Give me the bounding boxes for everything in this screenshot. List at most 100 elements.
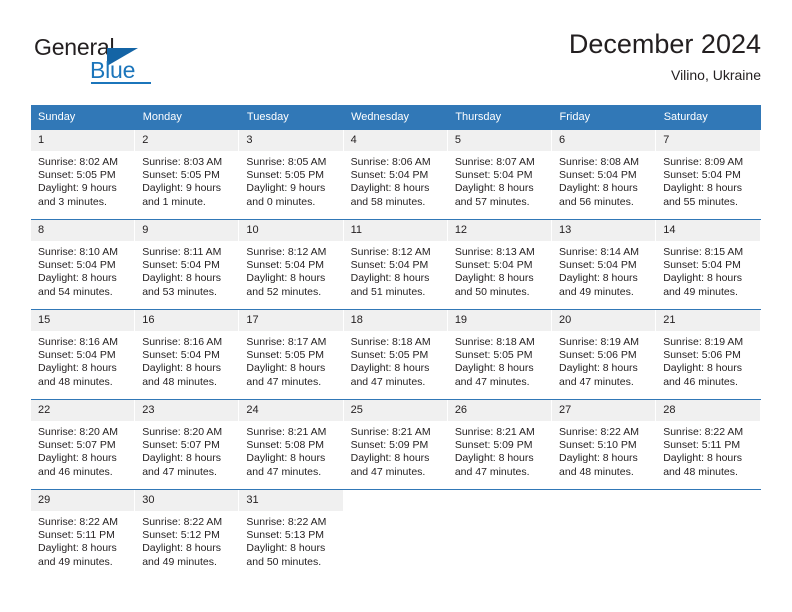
daylight-duration-line1: Daylight: 8 hours — [350, 182, 430, 195]
sunrise-time: Sunrise: 8:11 AM — [142, 246, 222, 258]
general-blue-logo[interactable]: General Blue — [31, 34, 251, 92]
daylight-duration-line1: Daylight: 8 hours — [559, 362, 638, 375]
sunset-time: Sunset: 5:10 PM — [559, 439, 637, 452]
calendar-day-cell[interactable]: 16 Sunrise: 8:16 AM Sunset: 5:04 PM Dayligh… — [135, 309, 240, 400]
calendar-day-cell[interactable]: 29 Sunrise: 8:22 AM Sunset: 5:11 PM Dayligh… — [31, 489, 136, 579]
day-cell-inner: 2 Sunrise: 8:03 AM Sunset: 5:05 PM Daylight… — [135, 130, 240, 219]
day-info: Sunrise: 8:15 AM Sunset: 5:04 PM Daylight:… — [656, 241, 759, 299]
daylight-duration-line1: Daylight: 8 hours — [38, 362, 117, 375]
daylight-duration-line2: and 47 minutes. — [559, 375, 634, 388]
day-cell-inner — [656, 490, 761, 579]
daylight-duration-line2: and 49 minutes. — [663, 285, 738, 298]
day-cell-inner — [447, 490, 553, 579]
day-number: 31 — [239, 490, 343, 511]
calendar-day-cell[interactable]: 4 Sunrise: 8:06 AM Sunset: 5:04 PM Daylight… — [343, 129, 448, 220]
calendar-day-cell[interactable]: 10 Sunrise: 8:12 AM Sunset: 5:04 PM Dayligh… — [239, 219, 344, 310]
day-info: Sunrise: 8:13 AM Sunset: 5:04 PM Daylight:… — [448, 241, 551, 299]
calendar-day-cell[interactable]: 13 Sunrise: 8:14 AM Sunset: 5:04 PM Dayligh… — [552, 219, 657, 310]
sunset-time: Sunset: 5:04 PM — [663, 259, 741, 272]
calendar-week-row: 1 Sunrise: 8:02 AM Sunset: 5:05 PM Daylight… — [31, 129, 761, 220]
daylight-duration-line2: and 47 minutes. — [246, 375, 322, 388]
calendar-day-cell[interactable]: 20 Sunrise: 8:19 AM Sunset: 5:06 PM Dayligh… — [552, 309, 657, 400]
calendar-day-cell[interactable]: 31 Sunrise: 8:22 AM Sunset: 5:13 PM Dayligh… — [239, 489, 344, 579]
calendar-day-cell[interactable]: 1 Sunrise: 8:02 AM Sunset: 5:05 PM Daylight… — [31, 129, 136, 220]
day-info — [344, 511, 447, 516]
day-number: 2 — [135, 130, 239, 151]
daylight-duration-line2: and 50 minutes. — [246, 555, 322, 568]
calendar-day-cell[interactable]: 19 Sunrise: 8:18 AM Sunset: 5:05 PM Dayligh… — [447, 309, 553, 400]
sunrise-time: Sunrise: 8:16 AM — [142, 336, 223, 348]
calendar-day-cell[interactable]: 28 Sunrise: 8:22 AM Sunset: 5:11 PM Dayligh… — [656, 399, 761, 490]
daylight-duration-line1: Daylight: 8 hours — [246, 272, 326, 285]
day-cell-inner: 20 Sunrise: 8:19 AM Sunset: 5:06 PM Dayligh… — [552, 310, 657, 399]
calendar-day-cell[interactable]: 5 Sunrise: 8:07 AM Sunset: 5:04 PM Daylight… — [447, 129, 553, 220]
daylight-duration-line2: and 48 minutes. — [663, 465, 738, 478]
day-number: 21 — [656, 310, 760, 331]
calendar-day-cell[interactable]: 18 Sunrise: 8:18 AM Sunset: 5:05 PM Dayligh… — [343, 309, 448, 400]
calendar-day-cell[interactable]: 14 Sunrise: 8:15 AM Sunset: 5:04 PM Dayligh… — [656, 219, 761, 310]
day-info: Sunrise: 8:21 AM Sunset: 5:09 PM Daylight:… — [448, 421, 551, 479]
sunset-time: Sunset: 5:05 PM — [246, 169, 325, 182]
day-number: 29 — [31, 490, 135, 511]
sunset-time: Sunset: 5:11 PM — [663, 439, 741, 452]
calendar-day-cell[interactable]: 2 Sunrise: 8:03 AM Sunset: 5:05 PM Daylight… — [135, 129, 240, 220]
calendar-day-cell[interactable]: 8 Sunrise: 8:10 AM Sunset: 5:04 PM Daylight… — [31, 219, 136, 310]
sunrise-time: Sunrise: 8:16 AM — [38, 336, 118, 348]
calendar-day-cell[interactable]: 23 Sunrise: 8:20 AM Sunset: 5:07 PM Dayligh… — [135, 399, 240, 490]
daylight-duration-line2: and 55 minutes. — [663, 195, 738, 208]
daylight-duration-line1: Daylight: 9 hours — [142, 182, 221, 195]
weekday-header-friday: Friday — [552, 105, 657, 130]
day-number: 8 — [31, 220, 135, 241]
calendar-body: 1 Sunrise: 8:02 AM Sunset: 5:05 PM Daylight… — [31, 129, 761, 579]
sunset-time: Sunset: 5:04 PM — [454, 259, 533, 272]
calendar-day-cell[interactable]: 24 Sunrise: 8:21 AM Sunset: 5:08 PM Dayligh… — [239, 399, 344, 490]
sunrise-time: Sunrise: 8:06 AM — [350, 156, 431, 168]
sunrise-time: Sunrise: 8:15 AM — [663, 246, 744, 258]
calendar-day-cell[interactable]: 7 Sunrise: 8:09 AM Sunset: 5:04 PM Daylight… — [656, 129, 761, 220]
daylight-duration-line1: Daylight: 8 hours — [142, 452, 221, 465]
calendar-day-cell[interactable]: 26 Sunrise: 8:21 AM Sunset: 5:09 PM Dayligh… — [447, 399, 553, 490]
sunrise-time: Sunrise: 8:17 AM — [246, 336, 327, 348]
day-cell-inner: 25 Sunrise: 8:21 AM Sunset: 5:09 PM Dayligh… — [343, 400, 448, 489]
day-info: Sunrise: 8:07 AM Sunset: 5:04 PM Daylight:… — [448, 151, 551, 209]
calendar-week-row: 29 Sunrise: 8:22 AM Sunset: 5:11 PM Dayligh… — [31, 489, 761, 579]
sunrise-time: Sunrise: 8:14 AM — [559, 246, 639, 258]
calendar-day-cell[interactable]: 3 Sunrise: 8:05 AM Sunset: 5:05 PM Daylight… — [239, 129, 344, 220]
calendar-day-cell-empty — [552, 489, 657, 579]
calendar-day-cell[interactable]: 11 Sunrise: 8:12 AM Sunset: 5:04 PM Dayligh… — [343, 219, 448, 310]
calendar-day-cell[interactable]: 12 Sunrise: 8:13 AM Sunset: 5:04 PM Dayligh… — [447, 219, 553, 310]
calendar-day-cell[interactable]: 27 Sunrise: 8:22 AM Sunset: 5:10 PM Dayligh… — [552, 399, 657, 490]
weekday-header-monday: Monday — [135, 105, 240, 130]
day-number: 12 — [447, 220, 552, 241]
daylight-duration-line2: and 46 minutes. — [663, 375, 738, 388]
daylight-duration-line1: Daylight: 8 hours — [454, 272, 534, 285]
sunset-time: Sunset: 5:06 PM — [663, 349, 741, 362]
calendar-day-cell-empty — [656, 489, 761, 579]
calendar-day-cell[interactable]: 17 Sunrise: 8:17 AM Sunset: 5:05 PM Dayligh… — [239, 309, 344, 400]
sunset-time: Sunset: 5:09 PM — [454, 439, 533, 452]
day-cell-inner: 1 Sunrise: 8:02 AM Sunset: 5:05 PM Daylight… — [31, 130, 136, 219]
weekday-header-thursday: Thursday — [447, 105, 553, 130]
day-number: 23 — [135, 400, 239, 421]
logo-text-blue: Blue — [90, 57, 136, 83]
daylight-duration-line1: Daylight: 8 hours — [559, 272, 638, 285]
calendar-day-cell[interactable]: 22 Sunrise: 8:20 AM Sunset: 5:07 PM Dayligh… — [31, 399, 136, 490]
calendar-day-cell[interactable]: 9 Sunrise: 8:11 AM Sunset: 5:04 PM Daylight… — [135, 219, 240, 310]
day-cell-inner: 11 Sunrise: 8:12 AM Sunset: 5:04 PM Dayligh… — [343, 220, 448, 309]
calendar-day-cell[interactable]: 30 Sunrise: 8:22 AM Sunset: 5:12 PM Dayligh… — [135, 489, 240, 579]
calendar-day-cell[interactable]: 21 Sunrise: 8:19 AM Sunset: 5:06 PM Dayligh… — [656, 309, 761, 400]
day-cell-inner — [552, 490, 657, 579]
calendar-day-cell[interactable]: 15 Sunrise: 8:16 AM Sunset: 5:04 PM Dayligh… — [31, 309, 136, 400]
calendar-day-cell[interactable]: 25 Sunrise: 8:21 AM Sunset: 5:09 PM Dayligh… — [343, 399, 448, 490]
day-number: 6 — [552, 130, 656, 151]
day-info: Sunrise: 8:22 AM Sunset: 5:13 PM Daylight:… — [239, 511, 342, 569]
daylight-duration-line1: Daylight: 8 hours — [663, 182, 743, 195]
day-info: Sunrise: 8:19 AM Sunset: 5:06 PM Daylight:… — [656, 331, 759, 389]
day-info: Sunrise: 8:12 AM Sunset: 5:04 PM Daylight:… — [239, 241, 342, 299]
calendar-day-cell[interactable]: 6 Sunrise: 8:08 AM Sunset: 5:04 PM Daylight… — [552, 129, 657, 220]
sunrise-time: Sunrise: 8:09 AM — [663, 156, 744, 168]
sunrise-time: Sunrise: 8:22 AM — [246, 516, 327, 528]
day-number: 9 — [135, 220, 239, 241]
sunrise-time: Sunrise: 8:21 AM — [454, 426, 535, 438]
daylight-duration-line1: Daylight: 8 hours — [350, 272, 430, 285]
